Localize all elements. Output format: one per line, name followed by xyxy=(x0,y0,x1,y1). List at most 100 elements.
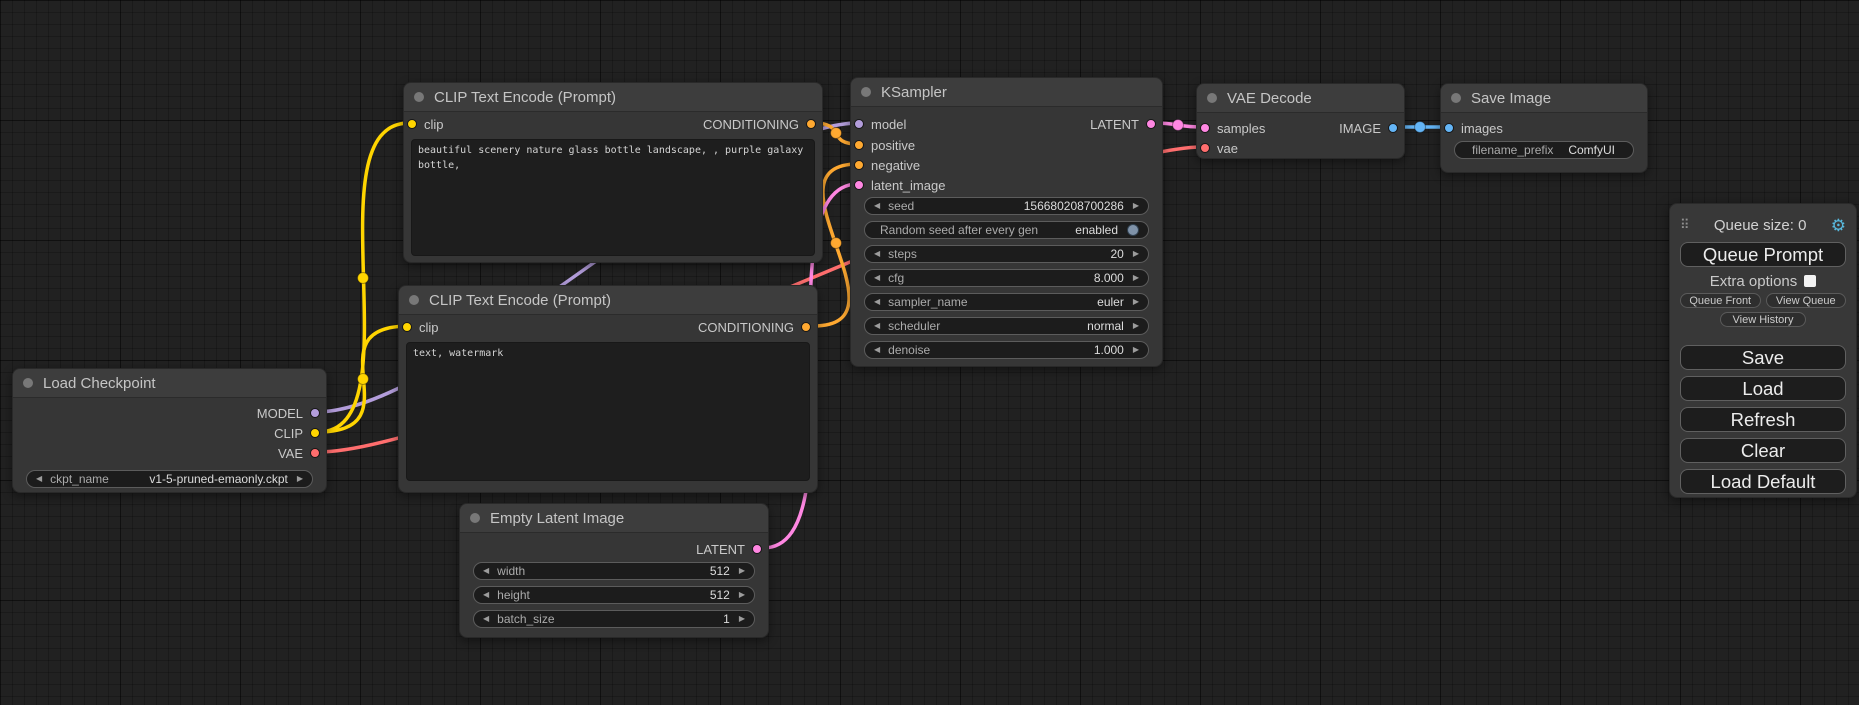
node-save-image[interactable]: Save Image images filename_prefix ComfyU… xyxy=(1440,83,1648,173)
node-vae-decode[interactable]: VAE Decode samples vae IMAGE xyxy=(1196,83,1405,159)
decrement-arrow-icon[interactable]: ◀ xyxy=(483,591,489,599)
conditioning-output-port[interactable] xyxy=(806,119,816,129)
collapse-dot-icon[interactable] xyxy=(1451,93,1461,103)
widget-value: 1.000 xyxy=(1094,343,1124,357)
node-title: Save Image xyxy=(1471,90,1551,107)
node-title-bar[interactable]: Save Image xyxy=(1441,84,1647,113)
batch-size-widget[interactable]: ◀ batch_size 1 ▶ xyxy=(473,610,755,628)
latent-output-port[interactable] xyxy=(1146,119,1156,129)
scheduler-widget[interactable]: ◀ scheduler normal ▶ xyxy=(864,317,1149,335)
decrement-arrow-icon[interactable]: ◀ xyxy=(874,298,880,306)
model-output-port[interactable] xyxy=(310,408,320,418)
collapse-dot-icon[interactable] xyxy=(414,92,424,102)
queue-front-button[interactable]: Queue Front xyxy=(1680,293,1761,308)
node-title: Load Checkpoint xyxy=(43,375,156,392)
samples-input-port[interactable] xyxy=(1200,123,1210,133)
decrement-arrow-icon[interactable]: ◀ xyxy=(483,615,489,623)
node-ksampler[interactable]: KSampler model positive negative latent_… xyxy=(850,77,1163,367)
node-title-bar[interactable]: Load Checkpoint xyxy=(13,369,326,398)
negative-input-port[interactable] xyxy=(854,160,864,170)
ckpt-name-widget[interactable]: ◀ ckpt_name v1-5-pruned-emaonly.ckpt ▶ xyxy=(26,470,313,488)
widget-value: v1-5-pruned-emaonly.ckpt xyxy=(149,472,288,486)
extra-options-checkbox[interactable] xyxy=(1804,275,1816,287)
increment-arrow-icon[interactable]: ▶ xyxy=(1133,202,1139,210)
increment-arrow-icon[interactable]: ▶ xyxy=(739,591,745,599)
refresh-button[interactable]: Refresh xyxy=(1680,407,1846,432)
collapse-dot-icon[interactable] xyxy=(1207,93,1217,103)
load-button[interactable]: Load xyxy=(1680,376,1846,401)
positive-input-port[interactable] xyxy=(854,140,864,150)
widget-label: seed xyxy=(888,199,1024,213)
queue-panel[interactable]: ⠿ Queue size: 0 ⚙ Queue Prompt Extra opt… xyxy=(1669,203,1857,498)
node-title-bar[interactable]: KSampler xyxy=(851,78,1162,107)
latent-image-input-port[interactable] xyxy=(854,180,864,190)
increment-arrow-icon[interactable]: ▶ xyxy=(1133,322,1139,330)
cfg-widget[interactable]: ◀ cfg 8.000 ▶ xyxy=(864,269,1149,287)
node-title: KSampler xyxy=(881,84,947,101)
sampler-name-widget[interactable]: ◀ sampler_name euler ▶ xyxy=(864,293,1149,311)
increment-arrow-icon[interactable]: ▶ xyxy=(1133,250,1139,258)
vae-output-port[interactable] xyxy=(310,448,320,458)
spacer xyxy=(1680,327,1846,339)
slot-label: VAE xyxy=(278,446,303,461)
decrement-arrow-icon[interactable]: ◀ xyxy=(874,250,880,258)
negative-prompt-textarea[interactable]: text, watermark xyxy=(406,342,810,481)
filename-prefix-widget[interactable]: filename_prefix ComfyUI xyxy=(1454,141,1634,159)
node-title-bar[interactable]: Empty Latent Image xyxy=(460,504,768,533)
denoise-widget[interactable]: ◀ denoise 1.000 ▶ xyxy=(864,341,1149,359)
node-title-bar[interactable]: VAE Decode xyxy=(1197,84,1404,113)
decrement-arrow-icon[interactable]: ◀ xyxy=(874,202,880,210)
clip-input-port[interactable] xyxy=(402,322,412,332)
node-empty-latent-image[interactable]: Empty Latent Image LATENT ◀ width 512 ▶ … xyxy=(459,503,769,638)
collapse-dot-icon[interactable] xyxy=(409,295,419,305)
collapse-dot-icon[interactable] xyxy=(861,87,871,97)
node-clip-text-encode-negative[interactable]: CLIP Text Encode (Prompt) clip CONDITION… xyxy=(398,285,818,493)
height-widget[interactable]: ◀ height 512 ▶ xyxy=(473,586,755,604)
conditioning-output-port[interactable] xyxy=(801,322,811,332)
random-seed-toggle-widget[interactable]: Random seed after every gen enabled xyxy=(864,221,1149,239)
decrement-arrow-icon[interactable]: ◀ xyxy=(874,274,880,282)
view-history-button[interactable]: View History xyxy=(1720,312,1806,327)
clear-button[interactable]: Clear xyxy=(1680,438,1846,463)
increment-arrow-icon[interactable]: ▶ xyxy=(739,567,745,575)
slot-label: MODEL xyxy=(257,406,303,421)
save-button[interactable]: Save xyxy=(1680,345,1846,370)
load-default-button[interactable]: Load Default xyxy=(1680,469,1846,494)
settings-gear-icon[interactable]: ⚙ xyxy=(1831,217,1846,234)
increment-arrow-icon[interactable]: ▶ xyxy=(1133,274,1139,282)
increment-arrow-icon[interactable]: ▶ xyxy=(739,615,745,623)
model-input-port[interactable] xyxy=(854,119,864,129)
toggle-dot-icon[interactable] xyxy=(1127,224,1139,236)
clip-input-port[interactable] xyxy=(407,119,417,129)
decrement-arrow-icon[interactable]: ◀ xyxy=(874,322,880,330)
widget-label: batch_size xyxy=(497,612,723,626)
latent-output-port[interactable] xyxy=(752,544,762,554)
node-clip-text-encode-positive[interactable]: CLIP Text Encode (Prompt) clip CONDITION… xyxy=(403,82,823,263)
images-input-port[interactable] xyxy=(1444,123,1454,133)
decrement-arrow-icon[interactable]: ◀ xyxy=(874,346,880,354)
input-slot-negative: negative xyxy=(854,157,920,173)
clip-output-port[interactable] xyxy=(310,428,320,438)
collapse-dot-icon[interactable] xyxy=(470,513,480,523)
drag-handle-icon[interactable]: ⠿ xyxy=(1680,217,1690,233)
image-output-port[interactable] xyxy=(1388,123,1398,133)
vae-input-port[interactable] xyxy=(1200,143,1210,153)
increment-arrow-icon[interactable]: ▶ xyxy=(1133,346,1139,354)
input-slot-positive: positive xyxy=(854,137,915,153)
positive-prompt-textarea[interactable]: beautiful scenery nature glass bottle la… xyxy=(411,139,815,256)
collapse-dot-icon[interactable] xyxy=(23,378,33,388)
width-widget[interactable]: ◀ width 512 ▶ xyxy=(473,562,755,580)
node-title-bar[interactable]: CLIP Text Encode (Prompt) xyxy=(399,286,817,315)
output-slot-latent: LATENT xyxy=(696,541,762,557)
node-title-bar[interactable]: CLIP Text Encode (Prompt) xyxy=(404,83,822,112)
increment-arrow-icon[interactable]: ▶ xyxy=(1133,298,1139,306)
increment-arrow-icon[interactable]: ▶ xyxy=(297,475,303,483)
node-graph-canvas[interactable]: Load Checkpoint MODEL CLIP VAE ◀ ckpt_na… xyxy=(0,0,1859,705)
decrement-arrow-icon[interactable]: ◀ xyxy=(483,567,489,575)
decrement-arrow-icon[interactable]: ◀ xyxy=(36,475,42,483)
seed-widget[interactable]: ◀ seed 156680208700286 ▶ xyxy=(864,197,1149,215)
queue-prompt-button[interactable]: Queue Prompt xyxy=(1680,242,1846,267)
node-load-checkpoint[interactable]: Load Checkpoint MODEL CLIP VAE ◀ ckpt_na… xyxy=(12,368,327,493)
steps-widget[interactable]: ◀ steps 20 ▶ xyxy=(864,245,1149,263)
view-queue-button[interactable]: View Queue xyxy=(1766,293,1847,308)
